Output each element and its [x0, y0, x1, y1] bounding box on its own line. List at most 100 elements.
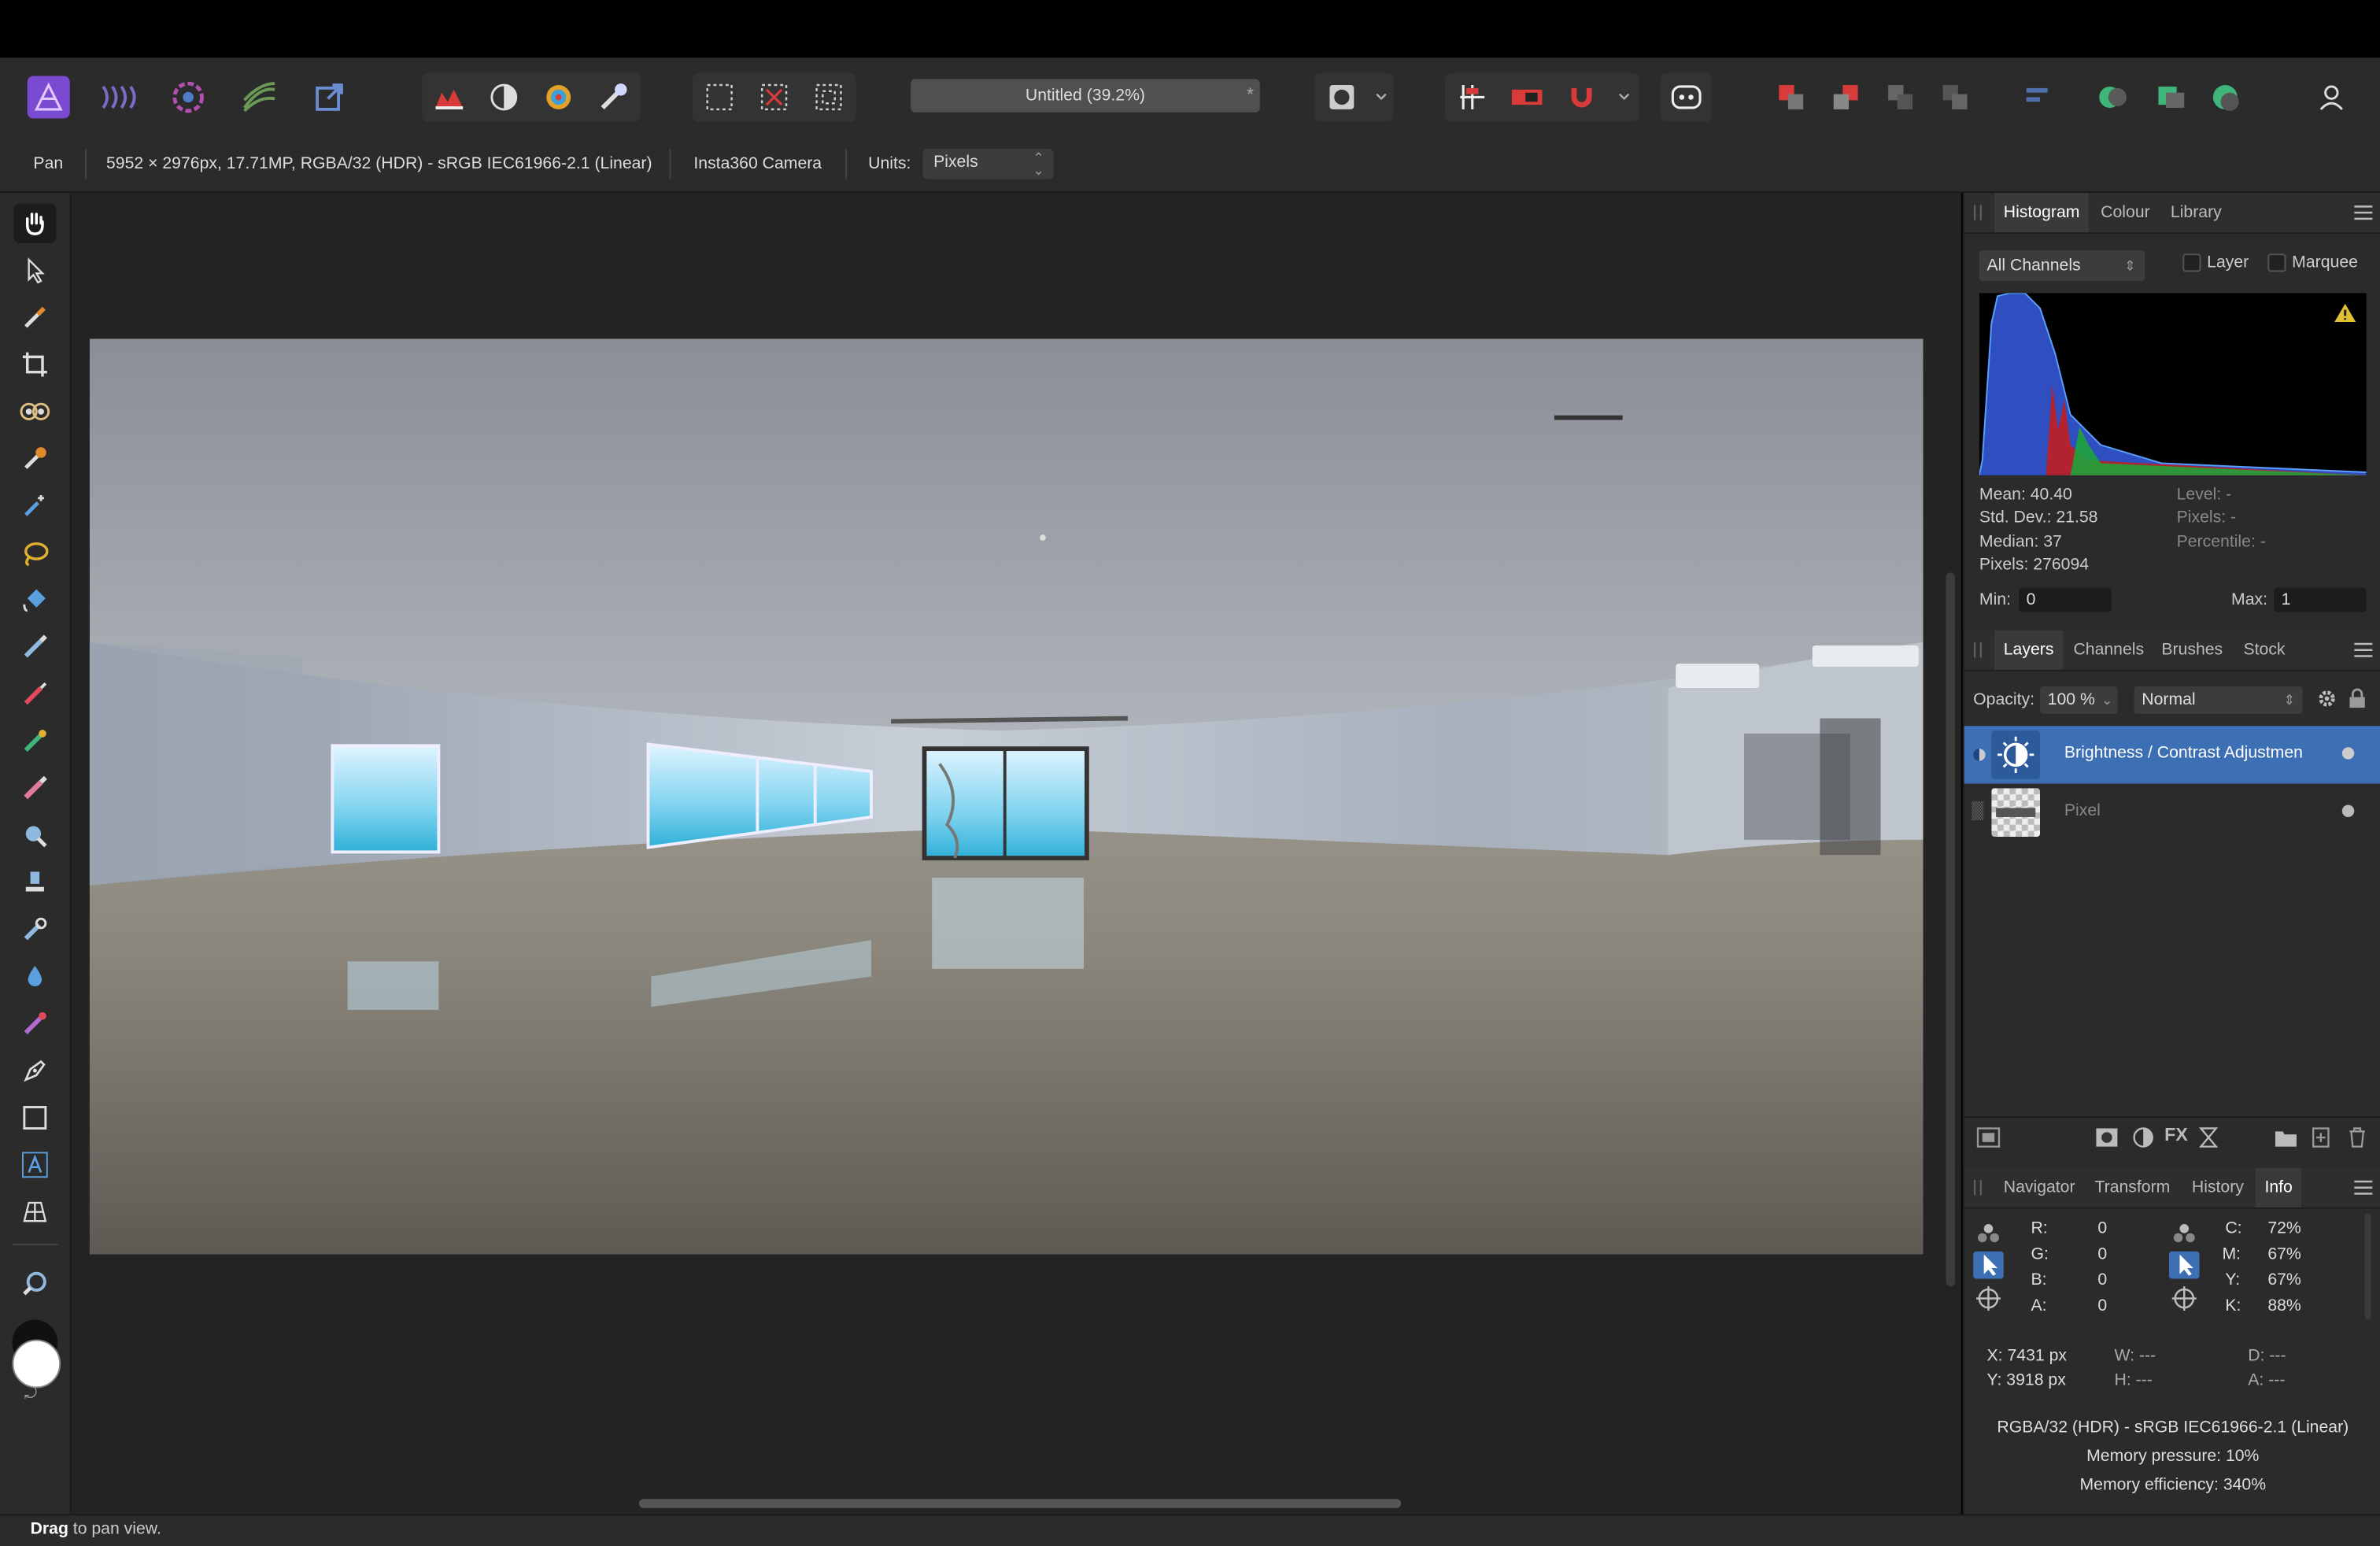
layer-row-pixel[interactable]: ▒ Pixel — [1964, 784, 2380, 841]
fill-tool-icon[interactable] — [13, 580, 56, 620]
pixel-tool-icon[interactable] — [13, 675, 56, 714]
assistant-icon[interactable] — [1665, 76, 1708, 118]
rectangle-tool-icon[interactable] — [13, 1098, 56, 1137]
layer-checkbox[interactable] — [2182, 253, 2201, 272]
tab-brushes[interactable]: Brushes — [2153, 631, 2232, 670]
crosshair-icon[interactable] — [2169, 1285, 2200, 1312]
invert-selection-icon[interactable] — [808, 76, 850, 118]
panel-menu-icon[interactable] — [2354, 1180, 2373, 1195]
align-icon[interactable] — [2016, 76, 2058, 118]
warning-icon[interactable] — [2333, 302, 2357, 324]
tab-navigator[interactable]: Navigator — [1994, 1168, 2084, 1208]
red-eye-tool-icon[interactable] — [13, 392, 56, 431]
max-input[interactable]: 1 — [2274, 587, 2367, 612]
move-tool-icon[interactable] — [13, 250, 56, 290]
tab-colour[interactable]: Colour — [2092, 193, 2160, 232]
document-title-field[interactable]: Untitled (39.2%) * — [911, 79, 1260, 113]
auto-white-balance-icon[interactable] — [592, 76, 634, 118]
tab-layers[interactable]: Layers — [1994, 630, 2064, 670]
hand-tool-icon[interactable] — [13, 203, 57, 243]
tab-history[interactable]: History — [2182, 1168, 2252, 1208]
layer-row-brightness-contrast[interactable]: Brightness / Contrast Adjustmen — [1964, 726, 2380, 784]
text-tool-icon[interactable] — [13, 1145, 56, 1185]
move-to-front-icon[interactable] — [1934, 76, 1976, 118]
chevron-down-icon[interactable] — [1366, 76, 1397, 118]
tab-stock[interactable]: Stock — [2234, 631, 2294, 670]
layer-options-icon[interactable] — [1976, 1127, 2001, 1148]
crop-tool-icon[interactable] — [13, 345, 56, 384]
swap-colours-icon[interactable]: ⤾ — [24, 1386, 37, 1403]
marquee-checkbox[interactable] — [2267, 253, 2286, 272]
subtract-icon[interactable] — [2149, 76, 2192, 118]
mesh-warp-tool-icon[interactable] — [13, 1193, 56, 1232]
tab-library[interactable]: Library — [2161, 193, 2230, 232]
flood-select-tool-icon[interactable] — [13, 486, 56, 525]
add-icon[interactable] — [2092, 76, 2134, 118]
tab-channels[interactable]: Channels — [2064, 631, 2153, 670]
auto-colour-icon[interactable] — [538, 76, 580, 118]
chevron-down-icon[interactable] — [1609, 76, 1639, 118]
intersect-icon[interactable] — [2204, 76, 2246, 118]
grip-icon[interactable] — [1973, 642, 1983, 658]
visibility-icon[interactable] — [2341, 804, 2355, 817]
lock-icon[interactable] — [2349, 688, 2367, 709]
smudge-tool-icon[interactable] — [13, 910, 56, 949]
erase-brush-tool-icon[interactable] — [13, 768, 56, 808]
deselect-icon[interactable] — [753, 76, 796, 118]
force-pixel-alignment-icon[interactable] — [1506, 76, 1548, 118]
channel-select[interactable]: All Channels ⇕ — [1979, 250, 2145, 281]
tone-mapping-persona-icon[interactable] — [238, 76, 281, 118]
min-input[interactable]: 0 — [2019, 587, 2112, 612]
panel-menu-icon[interactable] — [2354, 642, 2373, 657]
photo-persona-icon[interactable] — [27, 76, 70, 119]
adjustment-layer-icon[interactable] — [2131, 1127, 2156, 1148]
canvas-area[interactable] — [71, 193, 1961, 1515]
info-scrollbar[interactable] — [2364, 1213, 2371, 1320]
clone-brush-tool-icon[interactable] — [13, 863, 56, 902]
trash-icon[interactable] — [2347, 1127, 2368, 1148]
live-filter-icon[interactable] — [2198, 1127, 2219, 1148]
grip-icon[interactable] — [1973, 1180, 1983, 1196]
tab-histogram[interactable]: Histogram — [1994, 193, 2089, 233]
quick-mask-icon[interactable] — [1321, 76, 1363, 118]
user-account-icon[interactable] — [2310, 76, 2352, 118]
colour-mode-icon[interactable] — [1973, 1221, 2004, 1245]
mask-layer-icon[interactable] — [2094, 1127, 2119, 1148]
levels-icon[interactable] — [428, 76, 471, 118]
color-picker-tool-icon[interactable] — [13, 298, 56, 337]
pen-tool-icon[interactable] — [13, 1051, 56, 1090]
paint-brush-tool-icon[interactable] — [13, 627, 56, 667]
horizontal-scrollbar[interactable] — [638, 1499, 1402, 1508]
blur-tool-icon[interactable] — [13, 956, 56, 996]
tab-info[interactable]: Info — [2255, 1167, 2302, 1208]
paint-mixer-tool-icon[interactable] — [13, 721, 56, 760]
visibility-icon[interactable] — [2341, 747, 2355, 760]
snapping-magnet-icon[interactable] — [1561, 76, 1603, 118]
panel-menu-icon[interactable] — [2354, 205, 2373, 220]
tab-transform[interactable]: Transform — [2086, 1168, 2179, 1208]
folder-icon[interactable] — [2274, 1127, 2298, 1148]
select-all-icon[interactable] — [698, 76, 741, 118]
foreground-colour-swatch[interactable] — [12, 1339, 61, 1389]
liquify-persona-icon[interactable] — [97, 76, 139, 118]
selection-brush-tool-icon[interactable] — [13, 439, 56, 479]
grip-icon[interactable] — [1973, 205, 1983, 220]
crosshair-icon[interactable] — [1973, 1285, 2004, 1312]
blend-mode-select[interactable]: Normal ⇕ — [2134, 686, 2303, 714]
gear-icon[interactable] — [2316, 688, 2338, 709]
pointer-source-icon[interactable] — [2168, 1251, 2200, 1279]
freehand-selection-tool-icon[interactable] — [13, 533, 56, 572]
zoom-tool-icon[interactable] — [13, 1263, 56, 1303]
move-back-one-icon[interactable] — [1824, 76, 1867, 118]
auto-contrast-icon[interactable] — [482, 76, 525, 118]
develop-persona-icon[interactable] — [167, 76, 209, 118]
fx-icon[interactable]: FX — [2164, 1124, 2188, 1145]
move-to-back-icon[interactable] — [1770, 76, 1813, 118]
dodge-tool-icon[interactable] — [13, 816, 56, 855]
move-forward-one-icon[interactable] — [1879, 76, 1922, 118]
panorama-image[interactable] — [89, 338, 1924, 1255]
snapping-icon[interactable] — [1451, 76, 1494, 118]
add-pixel-layer-icon[interactable] — [2310, 1127, 2331, 1148]
units-select[interactable]: Pixels ⌃ ⌄ — [922, 149, 1054, 179]
vertical-scrollbar[interactable] — [1946, 572, 1956, 1287]
